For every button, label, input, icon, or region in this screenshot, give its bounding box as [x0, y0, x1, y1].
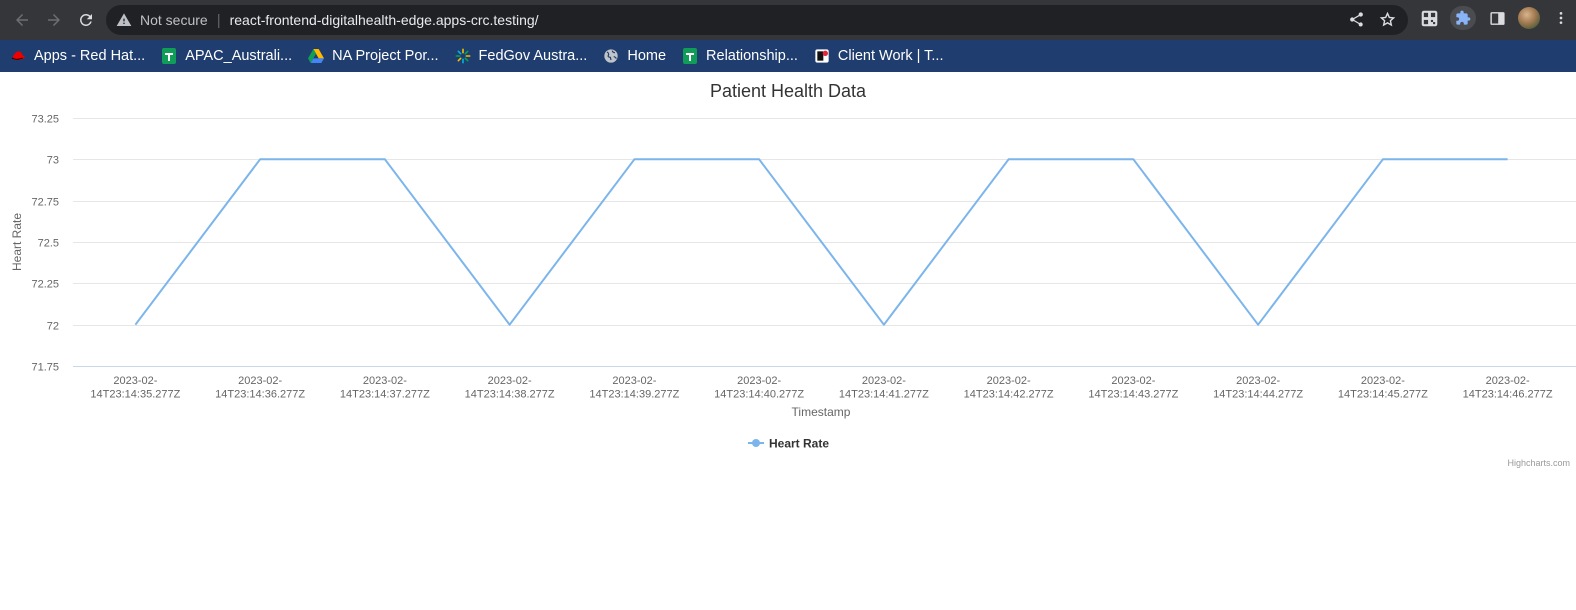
reload-icon [79, 13, 92, 26]
x-tick-label: 2023-02-14T23:14:42.277Z [964, 375, 1054, 401]
qr-code-icon [1421, 10, 1437, 26]
y-tick-label: 72.25 [31, 279, 59, 291]
bookmark-na-project-portal[interactable]: NA Project Por... [308, 48, 439, 64]
x-tick-label: 2023-02-14T23:14:43.277Z [1088, 375, 1178, 401]
legend-label: Heart Rate [769, 437, 829, 451]
reload-button[interactable] [72, 6, 100, 34]
x-tick-label: 2023-02-14T23:14:45.277Z [1338, 375, 1428, 401]
drive-icon [308, 48, 325, 64]
data-point[interactable] [134, 323, 136, 325]
data-point[interactable] [1382, 158, 1384, 160]
menu-button[interactable] [1550, 6, 1572, 30]
globe-icon [603, 48, 619, 64]
qr-extension-button[interactable] [1418, 6, 1440, 30]
y-tick-label: 72 [47, 321, 59, 333]
profile-button[interactable] [1518, 6, 1540, 30]
app-icon [814, 48, 830, 64]
data-point[interactable] [259, 158, 261, 160]
x-tick-label: 2023-02-14T23:14:39.277Z [589, 375, 679, 401]
y-tick-label: 73.25 [31, 114, 59, 126]
address-bar[interactable]: Not secure | react-frontend-digitalhealt… [106, 5, 1408, 35]
arrow-left-icon [16, 14, 28, 26]
side-panel-icon [1489, 11, 1505, 25]
sheets-icon [161, 48, 177, 64]
bookmark-fedgov-australia[interactable]: FedGov Austra... [455, 48, 588, 64]
x-tick-label: 2023-02-14T23:14:38.277Z [465, 375, 555, 401]
back-button[interactable] [8, 6, 36, 34]
star-icon[interactable] [1379, 11, 1396, 28]
bookmarks-bar: Apps - Red Hat... APAC_Australi... NA Pr… [0, 40, 1576, 72]
y-axis-label: Heart Rate [10, 213, 24, 271]
redhat-icon [10, 48, 26, 64]
bookmark-label: Client Work | T... [837, 48, 944, 64]
url-separator: | [216, 11, 221, 29]
bookmark-label: Relationship... [706, 48, 798, 64]
x-tick-label: 2023-02-14T23:14:35.277Z [90, 375, 180, 401]
legend-item-heart-rate[interactable]: Heart Rate [748, 437, 829, 451]
data-point[interactable] [384, 158, 386, 160]
x-tick-label: 2023-02-14T23:14:40.277Z [714, 375, 804, 401]
extensions-button[interactable] [1450, 6, 1476, 30]
share-icon[interactable] [1348, 11, 1365, 28]
bookmark-home[interactable]: Home [603, 48, 666, 64]
avatar [1518, 7, 1540, 29]
puzzle-icon [1456, 10, 1471, 25]
x-tick-label: 2023-02-14T23:14:41.277Z [839, 375, 929, 401]
bookmark-label: Apps - Red Hat... [34, 48, 146, 64]
bookmark-apps-red-hat[interactable]: Apps - Red Hat... [10, 48, 145, 64]
x-tick-label: 2023-02-14T23:14:46.277Z [1463, 375, 1553, 401]
x-tick-label: 2023-02-14T23:14:44.277Z [1213, 375, 1303, 401]
x-axis-label: Timestamp [792, 405, 851, 419]
data-point[interactable] [1132, 158, 1134, 160]
bookmark-label: FedGov Austra... [478, 48, 588, 64]
y-tick-label: 73 [47, 155, 59, 167]
x-tick-label: 2023-02-14T23:14:37.277Z [340, 375, 430, 401]
chart-container: Patient Health Data 71.75 72 72.25 72.5 72.7… [0, 72, 1576, 610]
side-panel-button[interactable] [1486, 6, 1508, 30]
x-tick-label: 2023-02-14T23:14:36.277Z [215, 375, 305, 401]
y-tick-label: 72.75 [31, 197, 59, 209]
legend-symbol-marker [752, 439, 760, 447]
line-chart: 71.75 72 72.25 72.5 72.75 73 73.25 2023-02-14T… [10, 114, 1576, 451]
bookmark-apac-australia[interactable]: APAC_Australi... [161, 48, 292, 64]
data-point[interactable] [1506, 158, 1508, 160]
data-point[interactable] [1007, 158, 1009, 160]
data-point[interactable] [883, 323, 885, 325]
bookmark-client-work[interactable]: Client Work | T... [814, 48, 944, 64]
bookmark-relationship[interactable]: Relationship... [682, 48, 798, 64]
spark-icon [455, 48, 471, 64]
sheets-icon [682, 48, 698, 64]
warning-icon [116, 13, 132, 26]
forward-button[interactable] [40, 6, 68, 34]
data-point[interactable] [1257, 323, 1259, 325]
y-tick-label: 72.5 [38, 238, 59, 250]
bookmark-label: NA Project Por... [332, 48, 439, 64]
arrow-right-icon [48, 14, 60, 26]
bookmark-label: APAC_Australi... [185, 48, 293, 64]
chart-credits[interactable]: Highcharts.com [1507, 458, 1570, 468]
data-point[interactable] [633, 158, 635, 160]
url-text[interactable]: react-frontend-digitalhealth-edge.apps-c… [230, 12, 539, 28]
bookmark-label: Home [627, 48, 667, 64]
y-tick-label: 71.75 [31, 362, 59, 374]
security-label[interactable]: Not secure [140, 12, 208, 28]
data-point[interactable] [758, 158, 760, 160]
more-vertical-icon [1559, 12, 1563, 24]
browser-toolbar: Not secure | react-frontend-digitalhealt… [0, 0, 1576, 40]
data-point[interactable] [508, 323, 510, 325]
